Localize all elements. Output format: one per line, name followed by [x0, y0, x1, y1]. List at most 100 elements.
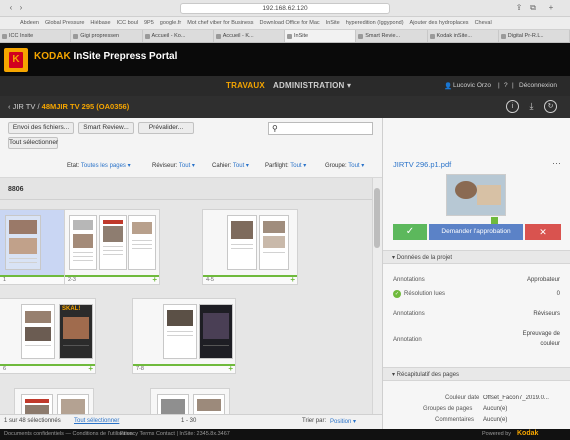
reject-button[interactable]: ✕: [525, 224, 561, 240]
history-icon[interactable]: ↻: [544, 100, 557, 113]
preview-thumbnail[interactable]: [446, 174, 506, 216]
search-input[interactable]: [268, 122, 373, 135]
browser-tab[interactable]: Gigi propressen: [71, 30, 143, 42]
browser-tab-label: Kodak inSite...: [436, 33, 472, 39]
filter-state[interactable]: Etat: Toutes les pages ▾: [67, 162, 131, 169]
page-card[interactable]: SKAL! 6 +: [0, 298, 96, 374]
more-options-icon[interactable]: ···: [552, 158, 561, 168]
page-card[interactable]: 4-5 +: [202, 209, 298, 285]
add-icon[interactable]: +: [228, 365, 233, 373]
bookmark-item[interactable]: Mot chef viber for Business: [187, 20, 253, 26]
bookmark-item[interactable]: hyperedition (Iggypond): [346, 20, 404, 26]
nav-administration[interactable]: ADMINISTRATION ▾: [273, 81, 351, 90]
page-status-bar: [133, 364, 235, 373]
section-project-data-title[interactable]: ▾ Données de la projet: [392, 254, 452, 261]
request-approval-button[interactable]: Demander l'approbation: [429, 224, 523, 240]
page-thumbnail: [227, 215, 257, 270]
section-pages-summary-title[interactable]: ▾ Récapitulatif des pages: [392, 371, 459, 378]
color-date-label: Couleur date: [445, 395, 480, 401]
help-link[interactable]: ?: [504, 82, 508, 89]
filter-reviewer-label: Réviseur:: [152, 163, 178, 169]
share-icon[interactable]: ⇪: [514, 3, 524, 13]
address-bar[interactable]: 192.168.62.120: [180, 3, 390, 14]
browser-tab-label: Accueil - Ko...: [151, 33, 186, 39]
filter-group-value[interactable]: Tout ▾: [348, 163, 364, 169]
download-icon[interactable]: ⤓: [525, 100, 538, 113]
bookmark-item[interactable]: Abdeen: [20, 20, 39, 26]
page-thumbnail: [5, 215, 41, 270]
approve-button[interactable]: ✓: [393, 224, 427, 240]
resolved-value: 0: [556, 291, 560, 297]
page-thumbnail: [199, 304, 233, 359]
page-thumbnail: [99, 215, 127, 270]
select-all-button[interactable]: Tout sélectionner: [8, 137, 58, 149]
group-header: [0, 178, 382, 200]
bookmark-item[interactable]: InSite: [326, 20, 340, 26]
filter-state-value[interactable]: Toutes les pages ▾: [81, 163, 131, 169]
upload-files-button[interactable]: Envoi des fichiers...: [8, 122, 74, 134]
filter-preflight[interactable]: Parfilght: Tout ▾: [265, 162, 306, 169]
divider: |: [498, 82, 500, 89]
powered-brand: Kodak: [517, 430, 539, 437]
file-name[interactable]: JIRTV 296.p1.pdf: [393, 160, 451, 169]
browser-tab[interactable]: Digital Pr-R.L..: [499, 30, 570, 42]
logout-link[interactable]: Déconnexion: [519, 82, 557, 89]
page-card[interactable]: [14, 388, 94, 414]
info-icon[interactable]: i: [506, 100, 519, 113]
bookmark-item[interactable]: Download Office for Mac: [260, 20, 320, 26]
filter-reviewer[interactable]: Réviseur: Tout ▾: [152, 162, 195, 169]
browser-tab[interactable]: InSite: [285, 30, 357, 42]
nav-travaux[interactable]: TRAVAUX: [226, 81, 265, 90]
comments-label: Commentaires: [435, 417, 475, 423]
page-card[interactable]: [150, 388, 230, 414]
page-card[interactable]: 2-3 +: [64, 209, 160, 285]
back-chevron-icon[interactable]: ‹: [8, 102, 11, 111]
footer-left[interactable]: Documents confidentiels — Conditions de …: [4, 431, 133, 437]
prevalidate-button[interactable]: Prévalider...: [138, 122, 194, 134]
user-icon: 👤: [444, 83, 453, 90]
smart-review-button[interactable]: Smart Review...: [78, 122, 134, 134]
browser-tab[interactable]: Accueil - Ko...: [143, 30, 214, 42]
filter-section[interactable]: Cahier: Tout ▾: [212, 162, 249, 169]
browser-tab[interactable]: Smart Revie...: [356, 30, 428, 42]
back-arrow-icon[interactable]: ‹: [6, 3, 16, 13]
browser-tab[interactable]: Accueil - K...: [214, 30, 285, 42]
sort-select[interactable]: Position ▾: [330, 418, 356, 425]
select-all-link[interactable]: Tout sélectionner: [74, 418, 119, 424]
bookmark-item[interactable]: ICC boul: [117, 20, 138, 26]
page-card[interactable]: 7-8 +: [132, 298, 236, 374]
filter-section-value[interactable]: Tout ▾: [233, 163, 249, 169]
grid-scroll-thumb[interactable]: [374, 188, 380, 248]
add-icon[interactable]: +: [290, 276, 295, 284]
comments-value: Aucun(e): [483, 417, 508, 423]
annotations-label: Annotations: [393, 277, 425, 283]
add-icon[interactable]: +: [88, 365, 93, 373]
browser-tab-label: Smart Revie...: [365, 33, 401, 39]
filter-preflight-value[interactable]: Tout ▾: [290, 163, 306, 169]
add-icon[interactable]: +: [152, 276, 157, 284]
bookmark-item[interactable]: 9P5: [144, 20, 154, 26]
bookmark-item[interactable]: Ajouter des hydroplaces: [410, 20, 469, 26]
breadcrumb-parent[interactable]: JIR TV: [13, 102, 36, 111]
bookmark-item[interactable]: google.fr: [160, 20, 181, 26]
filter-group[interactable]: Groupe: Tout ▾: [325, 162, 364, 169]
tabs-icon[interactable]: ⧉: [528, 3, 538, 13]
page-thumbnail: [21, 394, 53, 414]
bookmark-item[interactable]: Global Pressure: [45, 20, 84, 26]
browser-toolbar: ‹ › 192.168.62.120 ⇪ ⧉ +: [0, 0, 570, 17]
page-thumbnail: [21, 304, 55, 359]
bookmark-item[interactable]: Hiébase: [90, 20, 110, 26]
pages-grid: 1 + 2-3 + 4-5 +: [0, 200, 372, 414]
brand-name: KODAK: [34, 51, 71, 62]
annotations3-label: Annotation: [393, 337, 422, 343]
filter-reviewer-value[interactable]: Tout ▾: [179, 163, 195, 169]
footer-links[interactable]: Privacy Terms Contact | InSite: 2345.8x.…: [120, 431, 230, 437]
page-status-bar: [0, 364, 95, 373]
page-thumbnail: [57, 394, 89, 414]
user-name[interactable]: Lucovic Orzo: [453, 82, 491, 89]
forward-arrow-icon[interactable]: ›: [16, 3, 26, 13]
browser-tab[interactable]: Kodak inSite...: [428, 30, 499, 42]
browser-tab[interactable]: ICC Insite: [0, 30, 72, 42]
new-tab-icon[interactable]: +: [546, 3, 556, 13]
bookmark-item[interactable]: Cheval: [475, 20, 492, 26]
